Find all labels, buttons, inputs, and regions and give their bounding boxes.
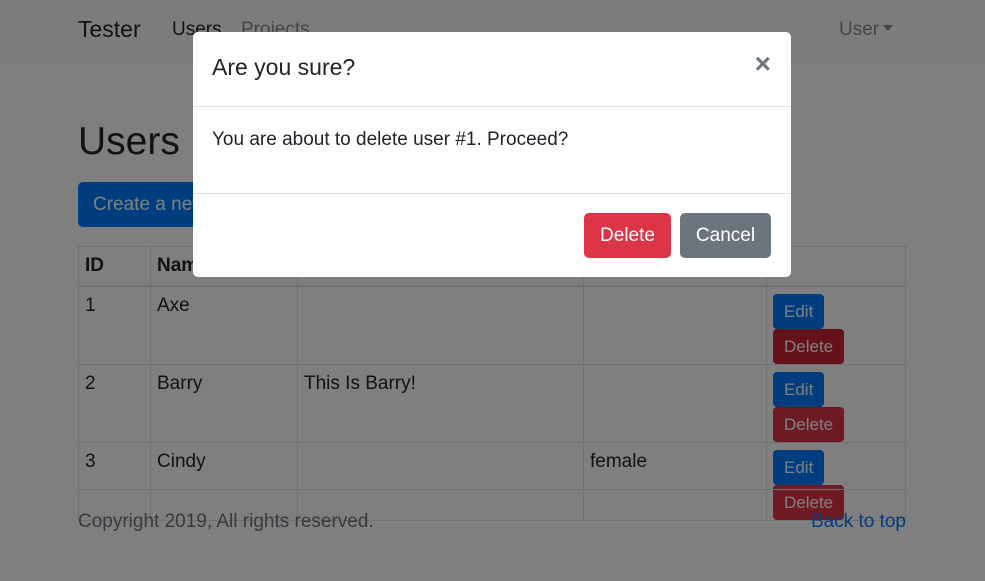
modal-message: You are about to delete user #1. Proceed… <box>212 129 569 150</box>
close-icon[interactable]: × <box>755 48 771 80</box>
cancel-button[interactable]: Cancel <box>680 213 771 258</box>
confirm-delete-modal: Are you sure? × You are about to delete … <box>193 32 791 277</box>
modal-header: Are you sure? × <box>193 32 791 107</box>
confirm-delete-button[interactable]: Delete <box>584 213 671 258</box>
modal-body: You are about to delete user #1. Proceed… <box>193 107 791 194</box>
modal-title: Are you sure? <box>212 54 356 80</box>
modal-footer: Delete Cancel <box>193 194 791 278</box>
